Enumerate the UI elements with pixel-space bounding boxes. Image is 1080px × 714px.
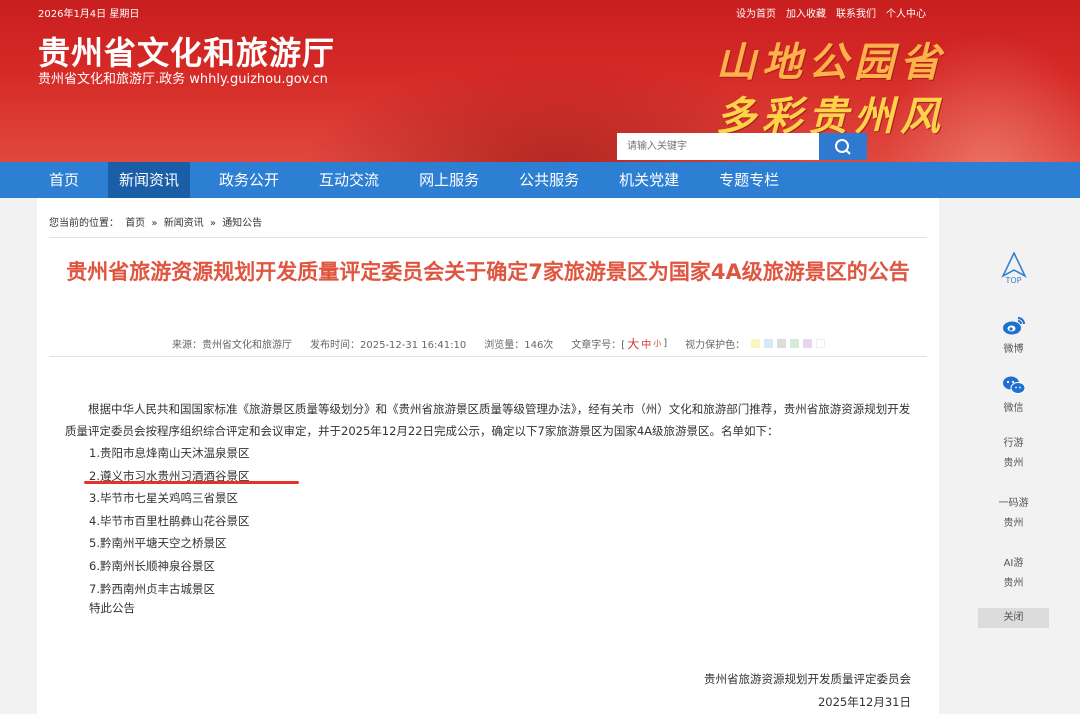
signature-date: 2025年12月31日 — [817, 695, 911, 709]
list-item: 5.黔南州平塘天空之桥景区 — [89, 536, 227, 551]
ai-label-line1: AI游 — [1003, 558, 1024, 569]
yimayou-label-line1: 一码游 — [998, 498, 1029, 509]
site-subtitle: 贵州省文化和旅游厅.政务 whhly.guizhou.gov.cn — [38, 72, 328, 87]
search-button[interactable] — [819, 133, 867, 160]
weibo-label: 微博 — [1003, 344, 1024, 355]
breadcrumb-separator: » — [209, 218, 216, 229]
font-size-label: 文章字号：[ — [571, 340, 626, 351]
site-header: 2026年1月4日 星期日 设为首页 加入收藏 联系我们 个人中心 贵州省文化和… — [0, 0, 1080, 162]
top-label: TOP — [1005, 276, 1022, 285]
list-item: 6.黔南州长顺神泉谷景区 — [89, 558, 215, 573]
add-favorite-link[interactable]: 加入收藏 — [786, 5, 826, 20]
article-source: 来源：贵州省文化和旅游厅 — [172, 340, 292, 351]
main-nav: 首页 新闻资讯 政务公开 互动交流 网上服务 公共服务 机关党建 专题专栏 — [0, 162, 1080, 198]
list-item: 1.贵阳市息烽南山天沐温泉景区 — [89, 446, 250, 460]
search-box — [617, 133, 867, 160]
top-links: 设为首页 加入收藏 联系我们 个人中心 — [736, 5, 926, 20]
eye-care-swatch-purple[interactable] — [803, 339, 813, 348]
breadcrumb-notices[interactable]: 通知公告 — [222, 218, 262, 229]
nav-home[interactable]: 首页 — [38, 162, 90, 198]
nav-interaction[interactable]: 互动交流 — [308, 162, 390, 198]
divider — [49, 237, 927, 238]
article-body: 根据中华人民共和国国家标准《旅游景区质量等级划分》和《贵州省旅游景区质量等级管理… — [65, 398, 915, 442]
nav-special-topics[interactable]: 专题专栏 — [708, 162, 790, 198]
eye-care-swatches — [751, 339, 826, 348]
ai-guizhou-link[interactable]: AI游 贵州 — [978, 554, 1049, 594]
highlight-underline — [84, 481, 299, 484]
wechat-label: 微信 — [1003, 403, 1024, 414]
divider — [49, 356, 927, 357]
font-size-large[interactable]: 大 — [627, 335, 639, 352]
personal-center-link[interactable]: 个人中心 — [886, 5, 926, 20]
breadcrumb: 您当前的位置： 首页 » 新闻资讯 » 通知公告 — [49, 214, 265, 229]
nav-online-services[interactable]: 网上服务 — [408, 162, 490, 198]
font-size-close: ] — [663, 338, 668, 349]
list-item: 4.毕节市百里杜鹃彝山花谷景区 — [89, 513, 250, 528]
nav-government-affairs[interactable]: 政务公开 — [208, 162, 290, 198]
ai-label-line2: 贵州 — [1003, 578, 1024, 589]
wechat-icon — [1002, 376, 1025, 394]
slogan-line-1: 山地公园省 — [716, 39, 946, 86]
eye-care-label: 视力保护色： — [685, 340, 746, 351]
weibo-button[interactable]: 微博 — [978, 316, 1049, 355]
back-to-top-button[interactable]: TOP — [978, 252, 1049, 296]
article-intro: 根据中华人民共和国国家标准《旅游景区质量等级划分》和《贵州省旅游景区质量等级管理… — [65, 402, 911, 438]
xingyou-guizhou-link[interactable]: 行游 贵州 — [978, 434, 1049, 474]
list-item: 3.毕节市七星关鸡鸣三省景区 — [89, 491, 238, 506]
article-closing: 特此公告 — [89, 601, 135, 615]
article-meta: 来源：贵州省文化和旅游厅 发布时间：2025-12-31 16:41:10 浏览… — [172, 335, 843, 352]
search-icon — [835, 138, 851, 155]
font-size-medium[interactable]: 中 — [641, 336, 651, 351]
floating-sidebar: TOP 微博 微信 行游 贵州 一码游 贵州 AI游 贵州 — [978, 252, 1049, 594]
breadcrumb-home[interactable]: 首页 — [125, 218, 145, 229]
current-date: 2026年1月4日 星期日 — [38, 9, 140, 20]
eye-care-swatch-gray[interactable] — [777, 339, 787, 348]
breadcrumb-separator: » — [151, 218, 158, 229]
contact-us-link[interactable]: 联系我们 — [836, 5, 876, 20]
signature-organization: 贵州省旅游资源规划开发质量评定委员会 — [704, 672, 911, 686]
set-homepage-link[interactable]: 设为首页 — [736, 5, 776, 20]
sidebar-close-button[interactable]: 关闭 — [978, 608, 1049, 628]
article-title: 贵州省旅游资源规划开发质量评定委员会关于确定7家旅游景区为国家4A级旅游景区的公… — [66, 260, 910, 284]
nav-news[interactable]: 新闻资讯 — [108, 162, 191, 198]
weibo-icon — [1002, 317, 1025, 335]
xingyou-label-line1: 行游 — [1003, 438, 1024, 449]
font-size-small[interactable]: 小 — [653, 338, 661, 349]
nav-public-services[interactable]: 公共服务 — [508, 162, 590, 198]
wechat-button[interactable]: 微信 — [978, 375, 1049, 414]
yimayou-guizhou-link[interactable]: 一码游 贵州 — [978, 494, 1049, 534]
breadcrumb-news[interactable]: 新闻资讯 — [164, 218, 204, 229]
breadcrumb-prefix: 您当前的位置： — [49, 218, 119, 229]
list-item: 7.黔西南州贞丰古城景区 — [89, 581, 215, 596]
yimayou-label-line2: 贵州 — [1003, 518, 1024, 529]
xingyou-label-line2: 贵州 — [1003, 458, 1024, 469]
article-views: 浏览量：146次 — [484, 340, 554, 351]
scenic-area-list: 1.贵阳市息烽南山天沐温泉景区 2.遵义市习水贵州习酒酒谷景区 3.毕节市七星关… — [89, 442, 249, 600]
eye-care-swatch-white[interactable] — [816, 339, 826, 348]
eye-care-swatch-blue[interactable] — [764, 339, 774, 348]
nav-party-building[interactable]: 机关党建 — [608, 162, 690, 198]
search-input[interactable] — [617, 133, 819, 160]
eye-care-swatch-green[interactable] — [790, 339, 800, 348]
content-panel: 您当前的位置： 首页 » 新闻资讯 » 通知公告 贵州省旅游资源规划开发质量评定… — [37, 198, 939, 714]
article-publish-time: 发布时间：2025-12-31 16:41:10 — [310, 340, 467, 351]
eye-care-swatch-yellow[interactable] — [751, 339, 761, 348]
